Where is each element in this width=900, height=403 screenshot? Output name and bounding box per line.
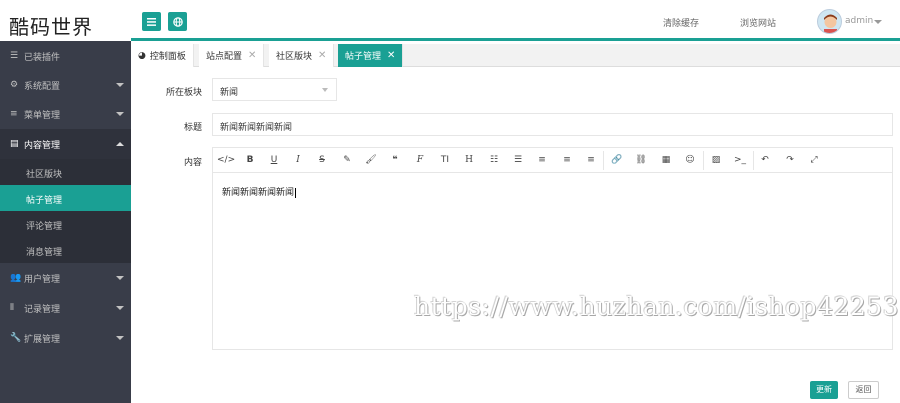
app-logo[interactable]: 酷码世界 [0, 0, 131, 41]
code-view-icon[interactable]: </> [217, 153, 235, 167]
link-icon[interactable]: 🔗 [609, 153, 625, 167]
sidebar-item-system-config[interactable]: ⚙ 系统配置 [0, 70, 131, 100]
close-icon[interactable]: ✕ [387, 50, 395, 61]
sidebar-item-record-manage[interactable]: ⦀ 记录管理 [0, 293, 131, 323]
content-label: 内容 [183, 158, 202, 168]
sidebar-item-label: 扩展管理 [24, 334, 61, 345]
sidebar-item-label: 用户管理 [24, 274, 61, 285]
unlink-icon[interactable]: ⛓ [633, 153, 649, 167]
sidebar-subitem-comment-manage[interactable]: 评论管理 [0, 211, 131, 237]
chevron-down-icon [322, 88, 328, 92]
fullscreen-icon[interactable]: ⤢ [806, 153, 822, 167]
sliders-icon: ☰ [10, 51, 19, 61]
sidebar: ☰ 已装插件 ⚙ 系统配置 ≡ 菜单管理 ▤ 内容管理 社区版块 帖子管理 评论… [0, 41, 131, 403]
redo-icon[interactable]: ↷ [782, 153, 798, 167]
section-label: 所在板块 [165, 88, 202, 98]
sidebar-subitem-message-manage[interactable]: 消息管理 [0, 237, 131, 263]
unordered-list-icon[interactable]: ☷ [486, 153, 502, 167]
chevron-down-icon[interactable] [874, 20, 882, 24]
pen-icon[interactable]: ✎ [339, 153, 355, 167]
image-icon[interactable]: ▨ [708, 153, 724, 167]
sidebar-item-label: 内容管理 [24, 140, 61, 151]
sidebar-subitem-post-manage[interactable]: 帖子管理 [0, 185, 131, 211]
italic-icon[interactable]: I [290, 153, 306, 167]
browse-site-link[interactable]: 浏览网站 [740, 16, 776, 29]
file-icon: ▤ [10, 139, 19, 149]
chevron-up-icon [116, 142, 124, 146]
sidebar-item-label: 系统配置 [24, 81, 61, 92]
hamburger-icon [147, 17, 156, 26]
text-cursor [295, 187, 297, 198]
tab-post-manage[interactable]: 帖子管理 ✕ [338, 44, 404, 67]
user-name[interactable]: admin [845, 16, 873, 26]
section-select[interactable]: 新闻 [212, 78, 337, 101]
update-button[interactable]: 更新 [810, 381, 838, 399]
chevron-down-icon [116, 112, 124, 116]
sidebar-item-label: 已装插件 [24, 52, 61, 63]
barcode-icon: ⦀ [10, 303, 14, 313]
toolbar-divider [603, 151, 604, 170]
dashboard-icon: ◕ [138, 50, 146, 61]
align-center-icon[interactable]: ≡ [559, 153, 575, 167]
sidebar-item-label: 菜单管理 [24, 110, 61, 121]
font-icon[interactable]: F [412, 153, 428, 167]
app-root: 酷码世界 清除缓存 浏览网站 admin ☰ 已装插件 ⚙ 系统配置 ≡ 菜单管… [0, 0, 900, 403]
close-icon[interactable]: ✕ [318, 50, 326, 61]
list-icon: ≡ [10, 109, 18, 119]
table-icon[interactable]: ▦ [658, 153, 674, 167]
globe-button[interactable] [168, 12, 187, 31]
watermark-text: https://www.huzhan.com/ishop42253 [414, 292, 900, 321]
section-select-value: 新闻 [220, 88, 239, 98]
sidebar-subitem-forum-section[interactable]: 社区版块 [0, 159, 131, 185]
chevron-down-icon [116, 276, 124, 280]
editor-toolbar: </> B U I S ✎ 🖌 ❝ F TI H ☷ ☰ ≡ ≡ ≡ 🔗 ⛓ ▦… [213, 148, 892, 173]
sidebar-item-label: 记录管理 [24, 304, 61, 315]
chevron-down-icon [116, 336, 124, 340]
align-left-icon[interactable]: ≡ [534, 153, 550, 167]
editor-text: 新闻新闻新闻新闻 [222, 188, 295, 198]
back-button[interactable]: 返回 [848, 381, 879, 399]
globe-icon [172, 16, 183, 27]
top-bar: 清除缓存 浏览网站 admin [131, 0, 900, 41]
tab-site-config[interactable]: 站点配置 ✕ [199, 44, 265, 67]
font-size-icon[interactable]: TI [437, 153, 453, 167]
clear-cache-link[interactable]: 清除缓存 [663, 16, 699, 29]
tab-label: 帖子管理 [345, 52, 382, 62]
chevron-down-icon [116, 306, 124, 310]
title-input[interactable]: 新闻新闻新闻新闻 [212, 113, 893, 136]
menu-toggle-button[interactable] [142, 12, 161, 31]
tab-bar: ◕ 控制面板 站点配置 ✕ 社区版块 ✕ 帖子管理 ✕ [131, 44, 900, 67]
emoji-icon[interactable]: ☺ [682, 153, 698, 167]
quote-icon[interactable]: ❝ [387, 153, 403, 167]
wrench-icon: 🔧 [10, 333, 22, 343]
undo-icon[interactable]: ↶ [757, 153, 773, 167]
align-right-icon[interactable]: ≡ [583, 153, 599, 167]
terminal-icon[interactable]: >_ [732, 153, 748, 167]
sidebar-item-content-manage[interactable]: ▤ 内容管理 [0, 129, 131, 159]
brush-icon[interactable]: 🖌 [363, 153, 379, 167]
tab-label: 社区版块 [276, 52, 313, 62]
toolbar-divider [753, 151, 754, 170]
sidebar-item-plugins[interactable]: ☰ 已装插件 [0, 41, 131, 71]
sidebar-item-extension-manage[interactable]: 🔧 扩展管理 [0, 323, 131, 353]
underline-icon[interactable]: U [266, 153, 282, 167]
tab-dashboard[interactable]: ◕ 控制面板 [131, 44, 194, 67]
strikethrough-icon[interactable]: S [314, 153, 330, 167]
gears-icon: ⚙ [10, 80, 19, 90]
heading-icon[interactable]: H [461, 153, 477, 167]
toolbar-divider [703, 151, 704, 170]
bold-icon[interactable]: B [242, 153, 258, 167]
avatar[interactable] [817, 9, 842, 34]
sidebar-item-menu-manage[interactable]: ≡ 菜单管理 [0, 99, 131, 129]
sidebar-item-user-manage[interactable]: 👥 用户管理 [0, 263, 131, 293]
editor-content[interactable]: 新闻新闻新闻新闻 [222, 185, 297, 198]
tab-label: 站点配置 [206, 52, 243, 62]
title-label: 标题 [183, 123, 202, 133]
tab-label: 控制面板 [149, 52, 186, 62]
tab-forum-section[interactable]: 社区版块 ✕ [269, 44, 335, 67]
close-icon[interactable]: ✕ [248, 50, 256, 61]
ordered-list-icon[interactable]: ☰ [510, 153, 526, 167]
chevron-down-icon [116, 83, 124, 87]
users-icon: 👥 [10, 273, 22, 283]
